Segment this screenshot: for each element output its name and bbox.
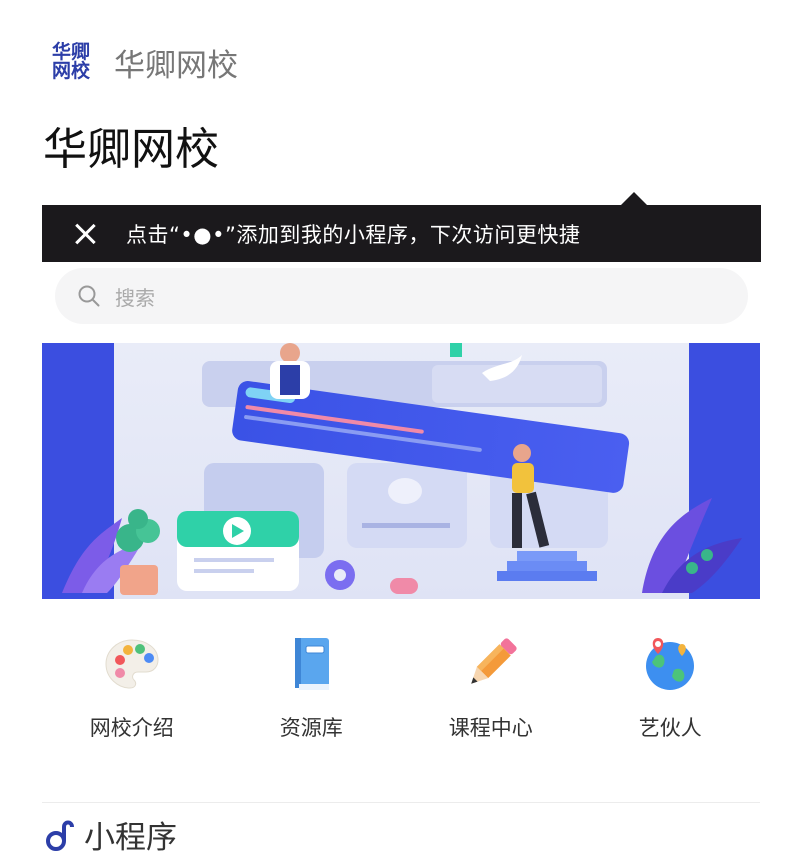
school-logo: 华卿 网校	[48, 39, 94, 85]
close-icon[interactable]	[72, 221, 98, 247]
logo-line-2: 网校	[51, 60, 90, 82]
nav-item-school-intro[interactable]: 网校介绍	[42, 632, 222, 752]
header-title: 华卿网校	[114, 47, 238, 84]
page-title: 华卿网校	[43, 124, 219, 175]
miniprogram-footer: 小程序	[44, 812, 177, 857]
book-icon	[295, 638, 330, 690]
nav-label: 课程中心	[448, 716, 533, 740]
nav-item-course-center[interactable]: 课程中心	[401, 632, 581, 752]
globe-icon	[646, 638, 695, 690]
palette-icon	[105, 639, 159, 689]
tip-message: 点击“•●•”添加到我的小程序，下次访问更快捷	[126, 222, 581, 247]
quick-nav: 网校介绍 资源库 课程中心 艺伙人	[42, 632, 760, 752]
nav-label: 网校介绍	[89, 716, 174, 740]
search-bar[interactable]: 搜索	[55, 268, 748, 324]
add-to-my-miniprogram-tip: 点击“•●•”添加到我的小程序，下次访问更快捷	[42, 205, 761, 262]
miniprogram-label: 小程序	[84, 820, 177, 856]
nav-item-partner[interactable]: 艺伙人	[581, 632, 761, 752]
search-placeholder: 搜索	[115, 285, 155, 310]
nav-label: 资源库	[279, 716, 343, 740]
nav-label: 艺伙人	[638, 716, 702, 740]
miniprogram-icon	[46, 820, 74, 851]
search-icon	[78, 285, 100, 307]
banner-illustration	[42, 343, 760, 599]
nav-item-resource-library[interactable]: 资源库	[222, 632, 402, 752]
tooltip-arrow	[620, 192, 648, 206]
app-header: 华卿 网校 华卿网校	[48, 38, 238, 86]
pencil-icon	[470, 638, 517, 684]
promo-banner[interactable]	[42, 343, 760, 599]
section-divider	[42, 802, 760, 803]
